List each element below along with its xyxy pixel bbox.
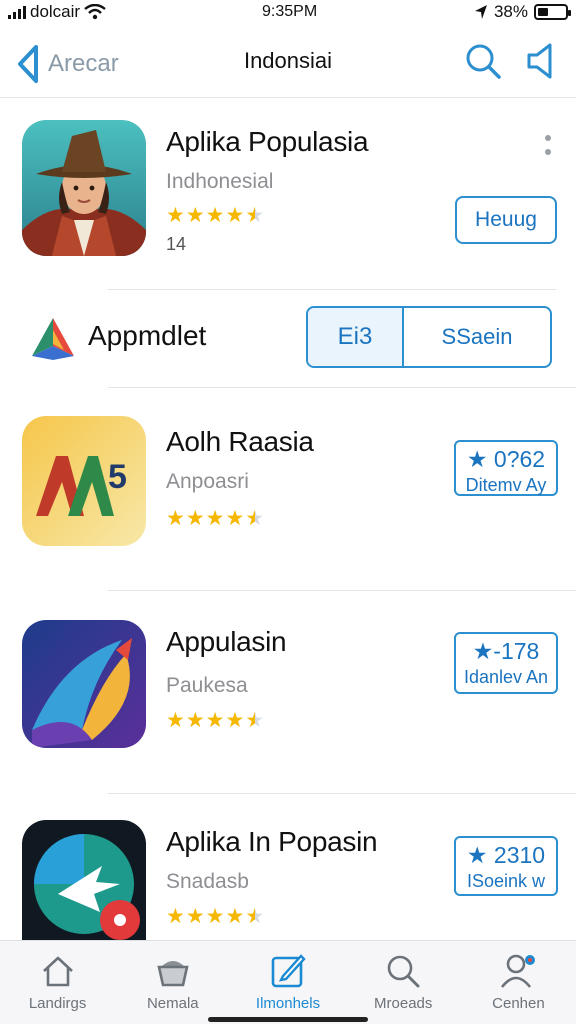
app-get-button[interactable]: ★ 2310 ISoeink w [454, 836, 558, 896]
star-icon: ★ [245, 905, 266, 928]
location-icon [474, 5, 487, 19]
app-name: Aplika In Popasin [166, 826, 378, 857]
star-icon: ★ [185, 507, 206, 530]
star-icon: ★ [185, 709, 206, 732]
star-icon: ★ [225, 204, 246, 227]
clock: 9:35PM [262, 3, 318, 20]
status-right: 38% [474, 2, 571, 22]
featured-app-icon[interactable] [22, 120, 146, 256]
star-icon: ★ [205, 905, 226, 928]
wifi-icon [84, 4, 106, 20]
segment-left[interactable]: Ei3 [308, 308, 404, 366]
tab-label: Cenhen [492, 995, 545, 1012]
search-icon [387, 955, 420, 988]
star-icon: ★ [245, 204, 266, 227]
app-button-value: ★-178 [472, 638, 540, 664]
app-button-value: ★ 2310 [466, 842, 546, 868]
signal-icon [8, 5, 26, 19]
app-rating-stars: ★★★★★ [166, 904, 265, 929]
app-button-label: ISoeink w [466, 871, 546, 891]
app-rating-stars: ★★★★★ [166, 506, 265, 531]
edit-icon [271, 954, 306, 988]
divider [108, 289, 556, 290]
star-icon: ★ [245, 507, 266, 530]
star-icon: ★ [166, 204, 186, 227]
tab-cenhen[interactable]: Cenhen [461, 941, 576, 1024]
tab-label: Mroeads [374, 995, 433, 1012]
tab-bar: Landirgs Nemala Ilmonhels Mroeads Cenhen [0, 940, 576, 1024]
segment-left-label: Ei3 [337, 323, 373, 350]
featured-rating-stars: ★★★★★ [166, 203, 265, 228]
nav-divider [0, 97, 576, 98]
app-icon[interactable]: 5 [22, 416, 146, 546]
star-icon: ★ [166, 905, 186, 928]
app-name: Aolh Raasia [166, 426, 314, 457]
star-icon: ★ [225, 709, 246, 732]
tab-nemala[interactable]: Nemala [115, 941, 230, 1024]
tab-label: Nemala [146, 995, 199, 1012]
featured-rating-count: 14 [166, 234, 187, 254]
status-bar: dolcair 9:35PM 38% [0, 0, 576, 26]
carrier-label: dolcair [30, 2, 81, 21]
nav-actions [464, 42, 558, 80]
app-button-value: ★ 0?62 [466, 446, 546, 472]
featured-app-subtitle: Indhonesial [166, 170, 274, 193]
star-icon: ★ [245, 709, 266, 732]
svg-text:5: 5 [108, 458, 127, 496]
app-button-label: Ditemv Ay [465, 475, 547, 495]
featured-action-button[interactable]: Heuug [455, 196, 557, 244]
star-icon: ★ [166, 709, 186, 732]
star-icon: ★ [225, 507, 246, 530]
star-icon: ★ [185, 204, 206, 227]
app-get-button[interactable]: ★ 0?62 Ditemv Ay [454, 440, 558, 496]
tab-label: Ilmonhels [255, 995, 321, 1012]
divider [108, 387, 576, 388]
status-left: dolcair [8, 2, 106, 22]
star-icon: ★ [185, 905, 206, 928]
section-title: Appmdlet [88, 320, 207, 351]
home-indicator [208, 1017, 368, 1022]
search-icon[interactable] [464, 42, 502, 80]
app-icon[interactable] [22, 820, 146, 942]
app-rating-stars: ★★★★★ [166, 708, 265, 733]
star-icon: ★ [166, 507, 186, 530]
divider [108, 793, 576, 794]
star-icon: ★ [205, 204, 226, 227]
profile-icon [501, 954, 536, 988]
tab-mroeads[interactable]: Mroeads [346, 941, 461, 1024]
app-subtitle: Paukesa [166, 674, 248, 697]
battery-level [538, 8, 548, 16]
app-icon[interactable] [22, 620, 146, 748]
segment-right[interactable]: SSaein [404, 308, 550, 366]
segment-right-label: SSaein [441, 324, 513, 349]
app-subtitle: Anpoasri [166, 470, 249, 493]
star-icon: ★ [225, 905, 246, 928]
divider [108, 590, 576, 591]
star-icon: ★ [205, 507, 226, 530]
tab-label: Landirgs [28, 995, 87, 1012]
app-get-button[interactable]: ★-178 Idanlev An [454, 632, 558, 694]
app-subtitle: Snadasb [166, 870, 249, 893]
star-icon: ★ [205, 709, 226, 732]
app-name: Appulasin [166, 626, 287, 657]
featured-app-name: Aplika Populasia [166, 126, 369, 157]
tab-landirgs[interactable]: Landirgs [0, 941, 115, 1024]
basket-icon [157, 961, 189, 987]
battery-percent: 38% [493, 2, 528, 21]
appmdlet-logo-icon [32, 318, 74, 360]
home-icon [42, 956, 73, 987]
tab-ilmonhels[interactable]: Ilmonhels [230, 941, 345, 1024]
battery-icon [534, 4, 571, 20]
segmented-control: Ei3 SSaein [306, 306, 552, 368]
more-options-icon[interactable] [540, 134, 556, 160]
nav-bar: Arecar Indonsiai [0, 36, 576, 88]
app-button-label: Idanlev An [463, 667, 549, 687]
speaker-icon[interactable] [526, 42, 558, 80]
